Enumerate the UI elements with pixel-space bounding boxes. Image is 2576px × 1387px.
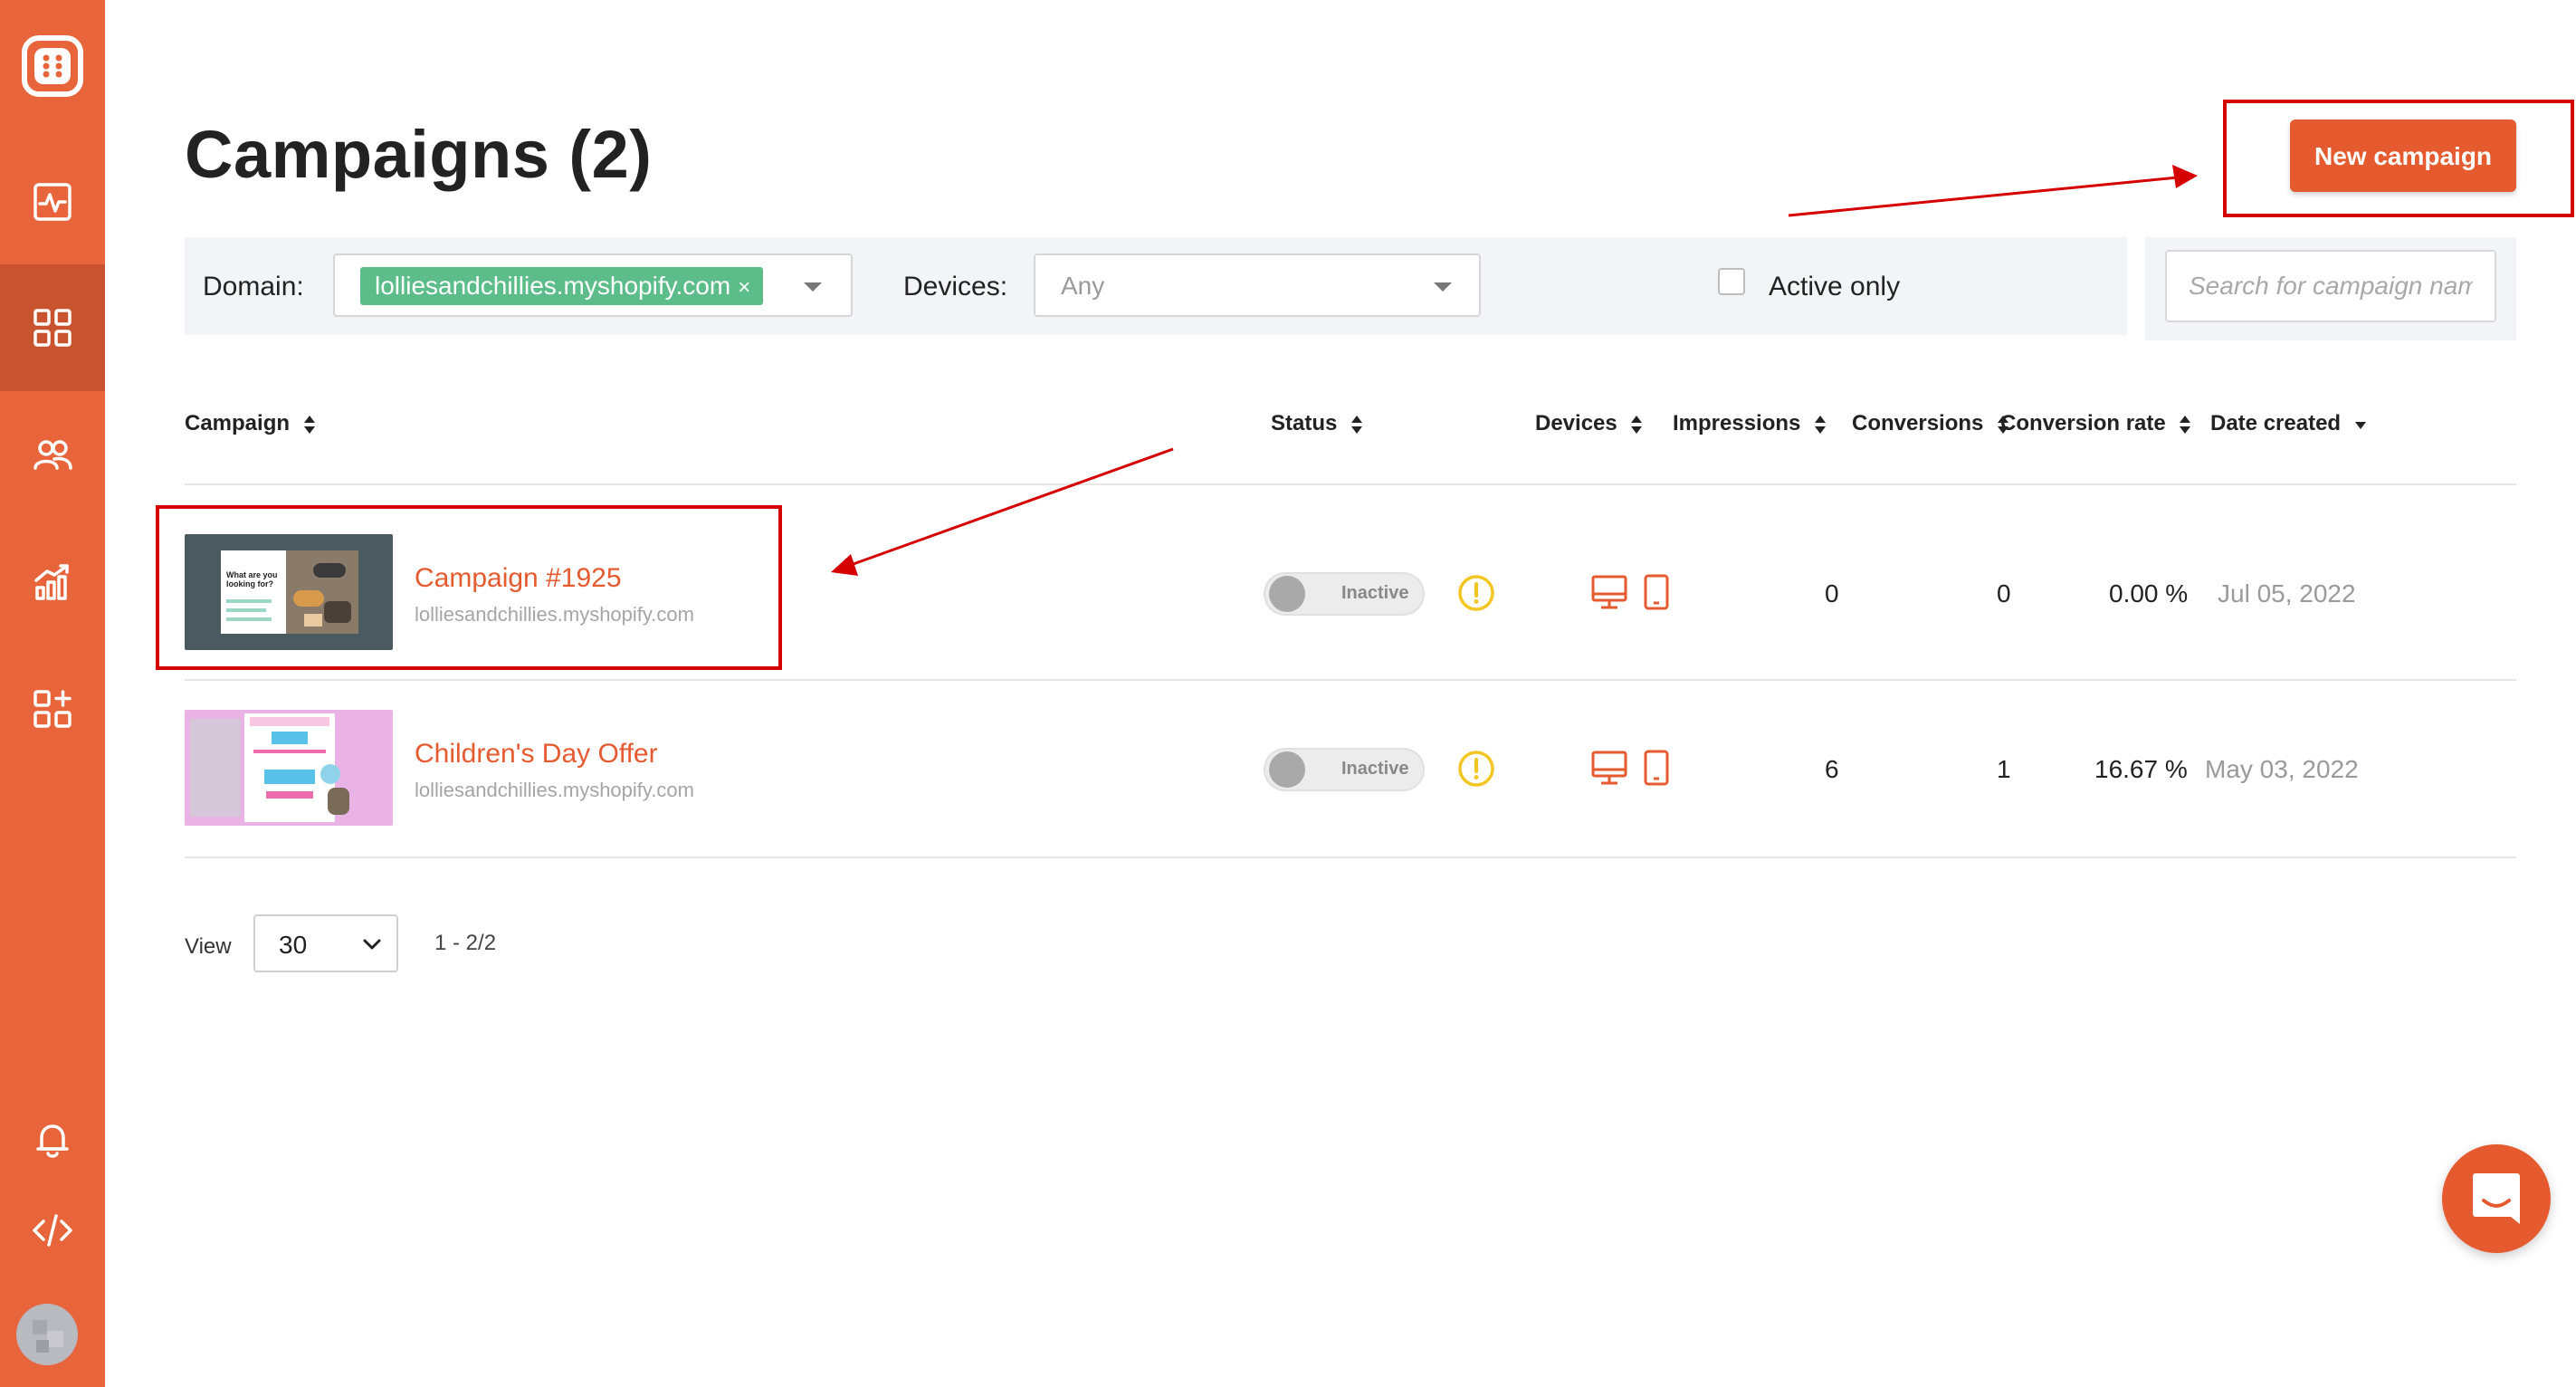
annotation-arrows <box>831 165 2198 576</box>
